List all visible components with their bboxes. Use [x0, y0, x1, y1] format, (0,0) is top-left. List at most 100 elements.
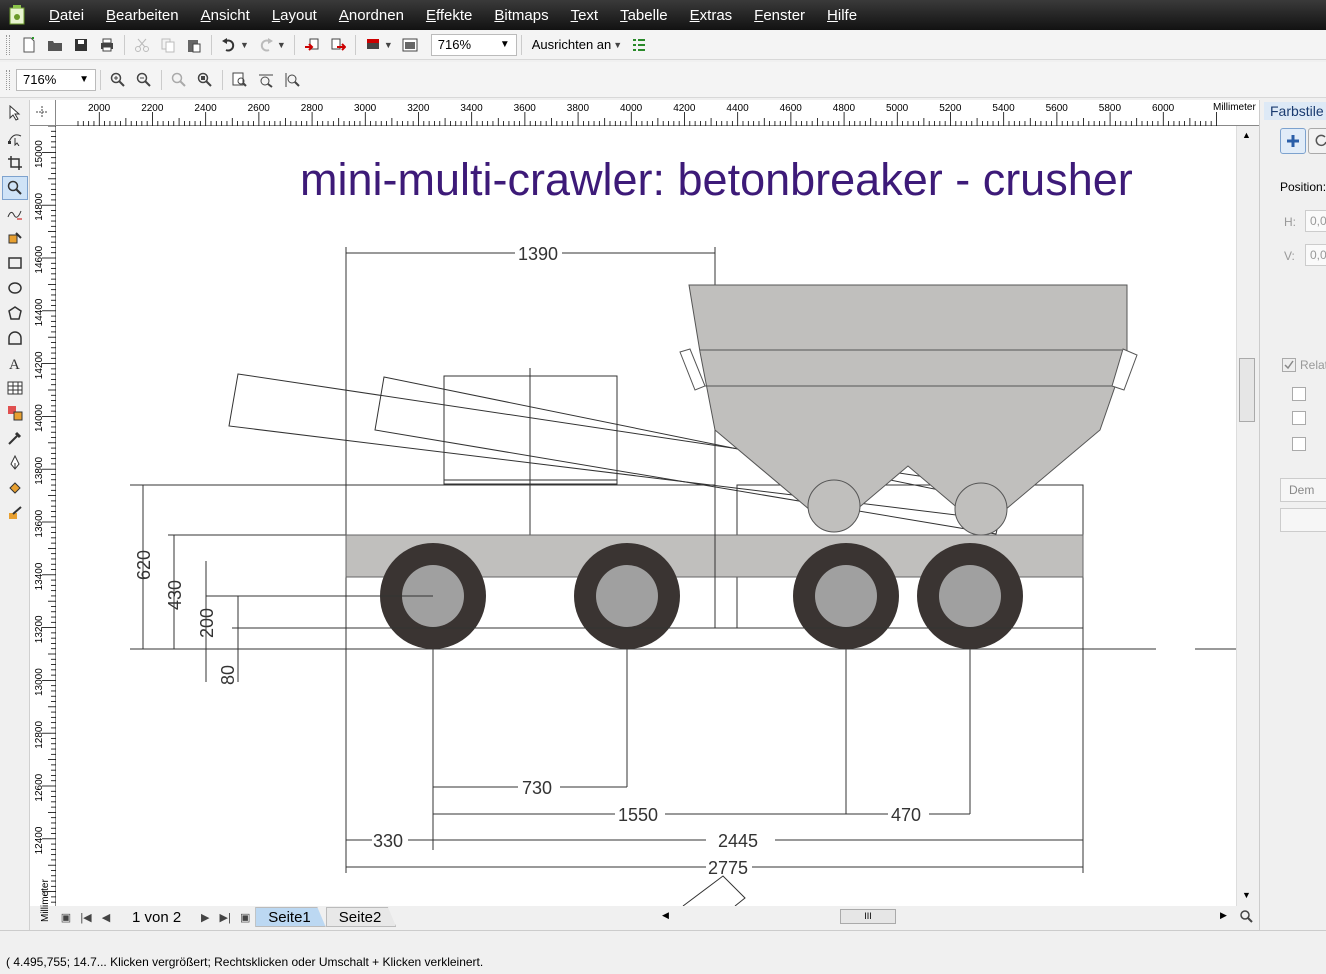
- add-page-before-icon[interactable]: ▣: [56, 911, 76, 924]
- tab-seite2[interactable]: Seite2: [325, 907, 397, 927]
- horizontal-scroll-thumb[interactable]: III: [840, 909, 896, 924]
- refresh-button[interactable]: [1308, 128, 1326, 154]
- undo-icon[interactable]: [216, 33, 242, 57]
- h-position-field[interactable]: 0,0: [1305, 210, 1326, 232]
- zoom-level-combo-2[interactable]: 716% ▼: [16, 68, 96, 91]
- zoom-in-icon[interactable]: [105, 68, 131, 92]
- eyedropper-tool-icon[interactable]: [2, 426, 28, 450]
- ruler-origin[interactable]: [30, 100, 56, 126]
- menu-ansicht[interactable]: Ansicht: [190, 7, 261, 24]
- menu-fenster[interactable]: Fenster: [743, 7, 816, 24]
- zoom-tool-icon[interactable]: [2, 176, 28, 200]
- wheel-3-hub: [815, 565, 877, 627]
- outline-pen-tool-icon[interactable]: [2, 451, 28, 475]
- open-folder-icon[interactable]: [42, 33, 68, 57]
- property-bar-grip[interactable]: [6, 69, 10, 90]
- zoom-to-page-height-icon[interactable]: [279, 68, 305, 92]
- previous-page-icon[interactable]: ◀: [96, 911, 116, 924]
- menu-extras[interactable]: Extras: [679, 7, 744, 24]
- vertical-ruler[interactable]: 15000 14800 14600 14400 14200 14000 13800 13600…: [30, 126, 56, 922]
- zoom-out-icon[interactable]: [131, 68, 157, 92]
- pick-tool-icon[interactable]: [2, 101, 28, 125]
- last-page-icon[interactable]: ▶|: [215, 911, 235, 924]
- scroll-right-icon[interactable]: ▶: [1220, 910, 1227, 921]
- launcher-dropdown-icon[interactable]: ▼: [384, 40, 393, 50]
- blend-tool-icon[interactable]: [2, 401, 28, 425]
- property-bar: 716% ▼: [0, 62, 1326, 98]
- export-icon[interactable]: [325, 33, 351, 57]
- fill-tool-icon[interactable]: [2, 476, 28, 500]
- docker-title[interactable]: Farbstile: [1264, 102, 1326, 120]
- options-icon[interactable]: [626, 33, 652, 57]
- welcome-screen-icon[interactable]: [397, 33, 423, 57]
- undo-dropdown-icon[interactable]: ▼: [240, 40, 249, 50]
- wheel-2-hub: [596, 565, 658, 627]
- menu-anordnen[interactable]: Anordnen: [328, 7, 415, 24]
- snap-to-dropdown-icon[interactable]: ▼: [613, 40, 622, 50]
- redo-dropdown-icon[interactable]: ▼: [277, 40, 286, 50]
- zoom-to-all-objects-icon[interactable]: [192, 68, 218, 92]
- anchor-checkbox-1[interactable]: [1292, 387, 1306, 401]
- vertical-scroll-thumb[interactable]: [1239, 358, 1255, 422]
- vertical-ruler-label: 13600: [34, 509, 45, 537]
- horizontal-ruler[interactable]: 2000 2200 2400 2600 2800 3000 3200 3400 3600 3800…: [56, 100, 1259, 126]
- horizontal-ruler-label: 3600: [514, 103, 537, 114]
- ellipse-tool-icon[interactable]: [2, 276, 28, 300]
- tab-seite1[interactable]: Seite1: [255, 907, 326, 927]
- interactive-fill-tool-icon[interactable]: [2, 501, 28, 525]
- menu-bearbeiten[interactable]: Bearbeiten: [95, 7, 190, 24]
- crusher-roller-left: [807, 479, 861, 533]
- vertical-ruler-label: 13800: [34, 457, 45, 485]
- menu-datei[interactable]: Datei: [38, 7, 95, 24]
- apply-button[interactable]: [1280, 508, 1326, 532]
- polygon-tool-icon[interactable]: [2, 301, 28, 325]
- vertical-scrollbar[interactable]: ▲ ▼: [1236, 126, 1256, 906]
- rectangle-tool-icon[interactable]: [2, 251, 28, 275]
- import-icon[interactable]: [299, 33, 325, 57]
- menu-text[interactable]: Text: [560, 7, 610, 24]
- save-icon[interactable]: [68, 33, 94, 57]
- basic-shapes-tool-icon[interactable]: [2, 326, 28, 350]
- anchor-checkbox-3[interactable]: [1292, 437, 1306, 451]
- zoom-to-page-icon[interactable]: [227, 68, 253, 92]
- menu-layout[interactable]: Layout: [261, 7, 328, 24]
- smart-fill-tool-icon[interactable]: [2, 226, 28, 250]
- toolbar-grip[interactable]: [6, 34, 10, 55]
- scroll-left-icon[interactable]: ◀: [662, 910, 669, 921]
- scroll-up-icon[interactable]: ▲: [1242, 130, 1251, 140]
- dem-button[interactable]: Dem: [1280, 478, 1326, 502]
- text-tool-icon[interactable]: A: [2, 351, 28, 375]
- menu-bitmaps[interactable]: Bitmaps: [483, 7, 559, 24]
- menu-effekte[interactable]: Effekte: [415, 7, 483, 24]
- table-tool-icon[interactable]: [2, 376, 28, 400]
- anchor-checkbox-2[interactable]: [1292, 411, 1306, 425]
- page-count: 1 von 2: [132, 908, 182, 926]
- scroll-down-icon[interactable]: ▼: [1242, 890, 1251, 900]
- v-position-field[interactable]: 0,0: [1305, 244, 1326, 266]
- shape-tool-icon[interactable]: [2, 126, 28, 150]
- print-icon[interactable]: [94, 33, 120, 57]
- snap-to-label[interactable]: Ausrichten an: [532, 37, 612, 52]
- navigator-icon[interactable]: [1238, 908, 1254, 924]
- redo-icon[interactable]: [253, 33, 279, 57]
- paste-icon[interactable]: [181, 33, 207, 57]
- zoom-to-page-width-icon[interactable]: [253, 68, 279, 92]
- cut-icon[interactable]: [129, 33, 155, 57]
- crop-tool-icon[interactable]: [2, 151, 28, 175]
- add-color-style-button[interactable]: [1280, 128, 1306, 154]
- menu-hilfe[interactable]: Hilfe: [816, 7, 868, 24]
- zoom-level-combo[interactable]: 716% ▼: [430, 33, 517, 56]
- copy-icon[interactable]: [155, 33, 181, 57]
- first-page-icon[interactable]: |◀: [76, 911, 96, 924]
- zoom-to-selected-icon[interactable]: [166, 68, 192, 92]
- application-launcher-icon[interactable]: [360, 33, 386, 57]
- add-page-after-icon[interactable]: ▣: [235, 911, 255, 924]
- menu-tabelle[interactable]: Tabelle: [609, 7, 679, 24]
- next-page-icon[interactable]: ▶: [195, 911, 215, 924]
- dim-2775: 2775: [708, 858, 748, 878]
- new-document-icon[interactable]: [16, 33, 42, 57]
- relative-checkbox[interactable]: [1282, 358, 1296, 372]
- horizontal-scrollbar[interactable]: ◀ III ▶: [656, 906, 1236, 926]
- drawing-canvas[interactable]: mini-multi-crawler: betonbreaker - crush…: [56, 126, 1236, 906]
- freehand-tool-icon[interactable]: [2, 201, 28, 225]
